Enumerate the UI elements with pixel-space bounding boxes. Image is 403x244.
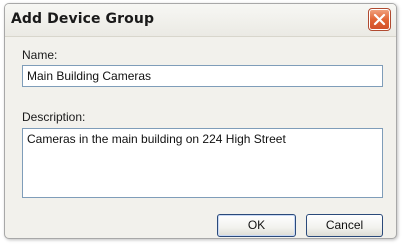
close-icon [373,13,386,26]
name-input[interactable]: Main Building Cameras [22,65,383,87]
dialog-title: Add Device Group [11,11,155,27]
cancel-button[interactable]: Cancel [306,214,383,237]
name-label: Name: [22,48,58,62]
description-label: Description: [22,110,86,124]
close-button[interactable] [368,8,391,31]
ok-button[interactable]: OK [217,214,296,237]
add-device-group-dialog: Add Device Group Name: Main Building Cam… [4,3,397,239]
description-textarea[interactable]: Cameras in the main building on 224 High… [22,128,383,198]
title-bar[interactable]: Add Device Group [5,4,396,37]
